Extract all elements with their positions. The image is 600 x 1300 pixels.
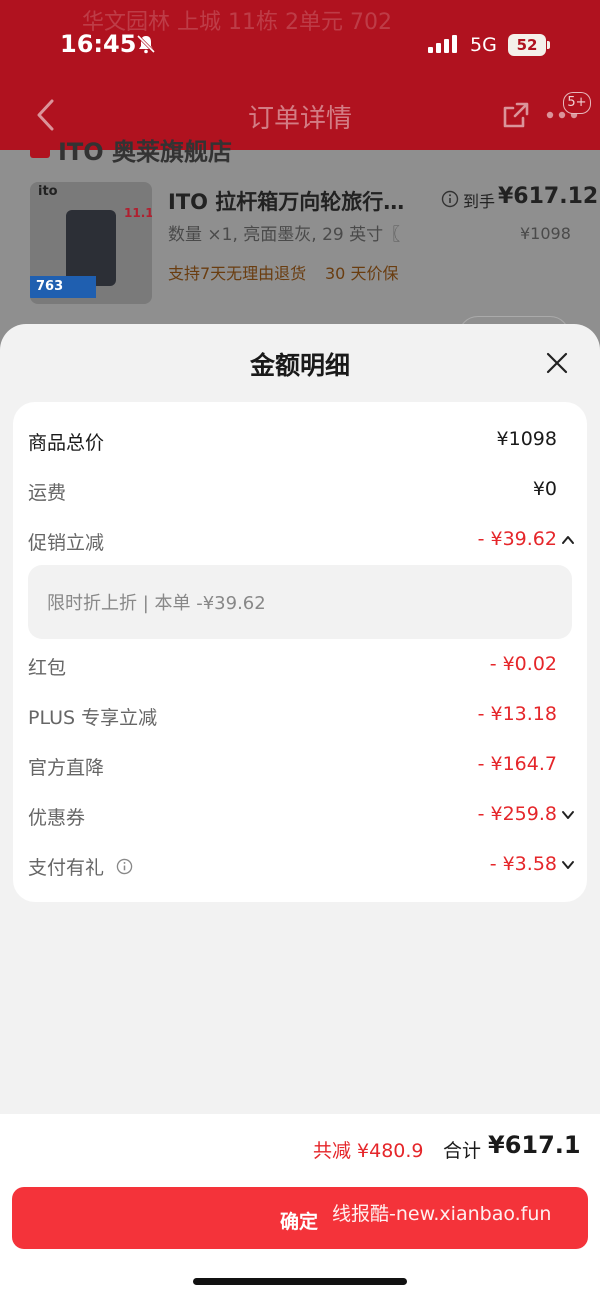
chevron-down-icon[interactable]: [561, 809, 575, 821]
product-spec: 数量 ×1, 亮面墨灰, 29 英寸〖: [168, 225, 401, 245]
final-price: ¥617.12: [498, 184, 599, 209]
battery-tip: [547, 41, 550, 49]
row-label: 支付有礼: [28, 857, 105, 879]
product-image: ito 11.11 763: [30, 182, 152, 304]
row-shipping: 运费 ¥0: [13, 470, 587, 510]
network-type: 5G: [470, 34, 497, 56]
product-image-promo: 11.11: [124, 206, 152, 220]
row-label: 红包: [28, 657, 67, 679]
notification-badge: 5+: [563, 92, 591, 114]
row-label: 运费: [28, 482, 67, 504]
chevron-up-icon[interactable]: [561, 534, 575, 546]
row-payment-gift[interactable]: 支付有礼 - ¥3.58: [13, 845, 587, 885]
total-label: 合计: [443, 1140, 482, 1162]
row-value: ¥0: [532, 478, 557, 500]
row-label: 官方直降: [28, 757, 105, 779]
original-price: ¥1098: [520, 224, 571, 243]
row-coupon[interactable]: 优惠券 - ¥259.8: [13, 795, 587, 835]
status-time: 16:45: [60, 30, 137, 58]
row-label: PLUS 专享立减: [28, 707, 158, 729]
row-red-packet: 红包 - ¥0.02: [13, 645, 587, 685]
row-label: 促销立减: [28, 532, 105, 554]
product-image-brand: ito: [38, 184, 58, 199]
total-discount: 共减 ¥480.9: [313, 1140, 424, 1162]
return-policy-tag: 支持7天无理由退货: [168, 264, 307, 283]
price-protect-tag: 30 天价保: [325, 264, 399, 283]
bell-muted-icon: [136, 34, 156, 54]
battery-indicator: 52: [508, 34, 546, 56]
row-value: - ¥39.62: [477, 528, 557, 550]
row-label: 商品总价: [28, 432, 105, 454]
promotion-detail-text: 限时折上折 | 本单 -¥39.62: [47, 593, 266, 614]
info-icon[interactable]: [116, 858, 133, 875]
row-value: ¥1098: [496, 428, 557, 450]
share-icon[interactable]: [501, 100, 531, 130]
info-icon: [441, 190, 459, 208]
amount-detail-card: 商品总价 ¥1098 运费 ¥0 促销立减 - ¥39.62 限时折上折 | 本…: [13, 402, 587, 902]
total-amount: ¥617.1: [488, 1131, 581, 1159]
row-plus-discount: PLUS 专享立减 - ¥13.18: [13, 695, 587, 735]
signal-icon: [428, 35, 457, 53]
store-name: ITO 奥莱旗舰店: [58, 138, 233, 166]
chevron-down-icon[interactable]: [561, 859, 575, 871]
promotion-detail-box: 限时折上折 | 本单 -¥39.62: [28, 565, 572, 639]
row-label: 优惠券: [28, 807, 86, 829]
home-indicator[interactable]: [193, 1278, 407, 1285]
row-item-total: 商品总价 ¥1098: [13, 420, 587, 460]
order-summary-background: ITO 奥莱旗舰店 ito 11.11 763 ITO 拉杆箱万向轮旅行… 数量…: [0, 138, 600, 358]
suitcase-image: [66, 210, 116, 286]
confirm-button-label: 确定: [280, 1211, 319, 1233]
store-logo-icon: [30, 138, 50, 158]
row-value: - ¥3.58: [489, 853, 557, 875]
sheet-title: 金额明细: [249, 351, 350, 380]
row-official-discount: 官方直降 - ¥164.7: [13, 745, 587, 785]
row-value: - ¥13.18: [477, 703, 557, 725]
row-value: - ¥164.7: [477, 753, 557, 775]
product-title: ITO 拉杆箱万向轮旅行…: [168, 190, 405, 214]
sheet-footer: 共减 ¥480.9 合计 ¥617.1 确定 线报酷-new.xianbao.f…: [0, 1114, 600, 1300]
confirm-button[interactable]: 确定 线报酷-new.xianbao.fun: [12, 1187, 588, 1249]
watermark-text: 线报酷-new.xianbao.fun: [332, 1203, 552, 1225]
amount-detail-sheet: 金额明细 商品总价 ¥1098 运费 ¥0 促销立减 - ¥39.62 限时折上…: [0, 324, 600, 1300]
product-image-price: 763: [30, 276, 96, 298]
close-icon[interactable]: [545, 351, 569, 375]
row-promotion[interactable]: 促销立减 - ¥39.62: [13, 520, 587, 560]
row-value: - ¥259.8: [477, 803, 557, 825]
row-value: - ¥0.02: [489, 653, 557, 675]
page-header: 华文园林 上城 11栋 2单元 702 16:45 5G 52 订单详情 5+: [0, 0, 600, 150]
final-price-label: 到手: [463, 192, 496, 211]
